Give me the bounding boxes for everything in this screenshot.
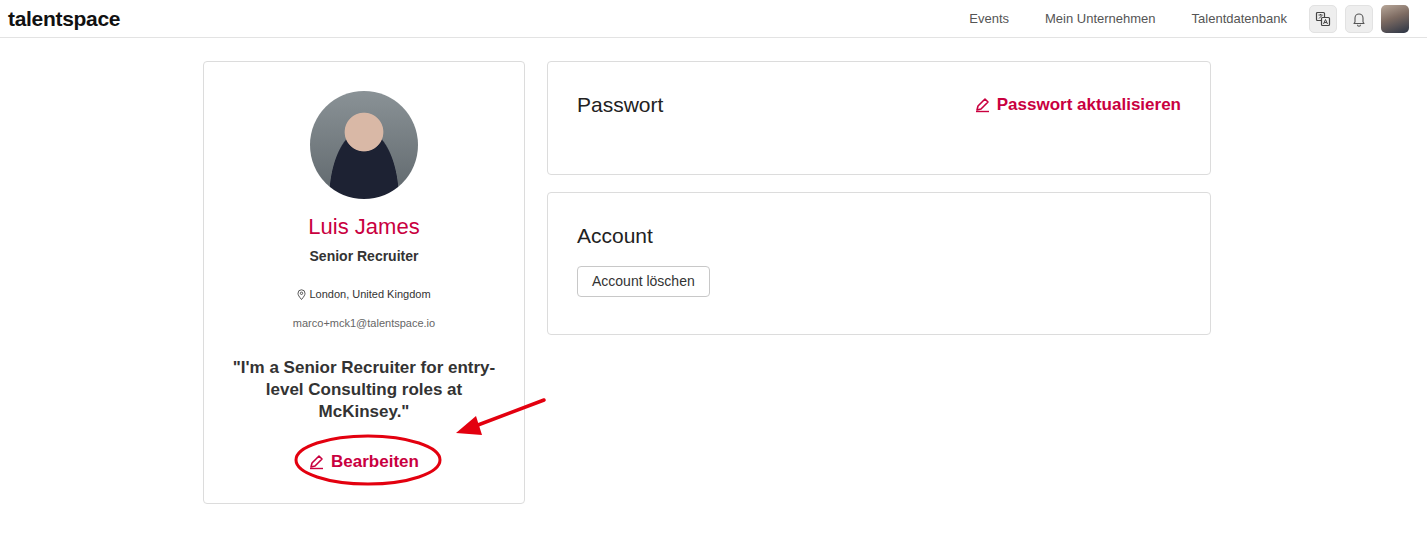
annotation-arrow-icon [440,390,550,442]
translate-button[interactable] [1309,5,1337,33]
account-card: Account Account löschen [547,192,1211,335]
delete-account-button[interactable]: Account löschen [577,266,710,297]
edit-label: Bearbeiten [331,449,419,475]
password-title: Passwort [577,92,663,118]
nav-link[interactable]: Events [969,9,1009,29]
settings-page: Luis James Senior Recruiter London, United… [203,61,1211,504]
nav-link[interactable]: Mein Unternehmen [1045,9,1156,29]
profile-email: marco+mck1@talentspace.io [224,315,504,332]
update-password-link[interactable]: Passwort aktualisieren [975,92,1181,118]
notifications-button[interactable] [1345,5,1373,33]
location-text: London, United Kingdom [309,286,430,303]
profile-card: Luis James Senior Recruiter London, United… [203,61,525,504]
profile-quote: "I'm a Senior Recruiter for entry-level … [224,357,504,423]
update-password-label: Passwort aktualisieren [997,92,1181,118]
top-navbar: talentspace Events Mein Unternehmen Talentd… [0,0,1427,38]
profile-location: London, United Kingdom [224,286,504,303]
bell-icon [1351,11,1367,27]
location-pin-icon [297,289,306,300]
pencil-icon [975,97,990,113]
settings-column: PasswortPasswort aktualisierenAccountAcc… [547,61,1211,335]
account-title: Account [577,223,1181,249]
highlight-ellipse-icon [293,433,443,487]
navbar-right: Events Mein Unternehmen Talentdatenbank [969,5,1409,33]
nav-links: Events Mein Unternehmen Talentdatenbank [969,9,1287,29]
profile-name: Luis James [224,214,504,240]
translate-icon [1315,11,1331,27]
profile-role: Senior Recruiter [224,246,504,267]
account-actions: Account löschen [577,249,1181,297]
pencil-icon [309,454,324,470]
edit-wrapper: Bearbeiten [309,445,419,481]
profile-photo [310,91,418,199]
nav-link[interactable]: Talentdatenbank [1192,9,1287,29]
edit-profile-link[interactable]: Bearbeiten [309,449,419,475]
password-card: Passwort Passwort aktualisieren [547,61,1211,175]
logo[interactable]: talentspace [8,3,120,35]
user-avatar[interactable] [1381,5,1409,33]
